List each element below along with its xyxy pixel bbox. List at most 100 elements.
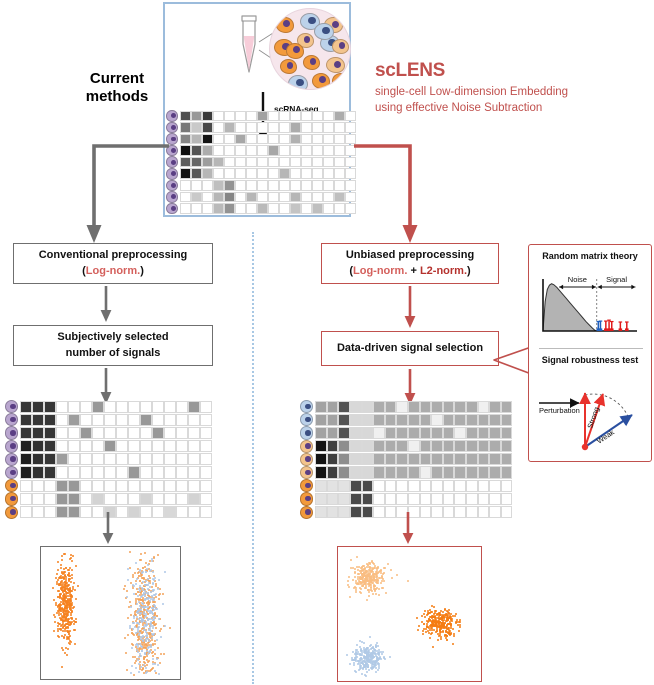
matrix-row: [166, 133, 356, 145]
matrix-cell: [278, 122, 290, 133]
matrix-cell: [92, 413, 105, 426]
scatter-point: [133, 593, 136, 596]
matrix-cell: [32, 479, 45, 492]
sclens-embedding-plot: [337, 546, 482, 682]
spike-base: [604, 328, 608, 331]
matrix-cell: [311, 110, 323, 122]
paren-close-r: ): [467, 264, 471, 277]
matrix-cell: [104, 453, 117, 466]
matrix-cell: [465, 400, 478, 413]
matrix-cell: [477, 466, 490, 479]
nucleus: [170, 182, 176, 188]
matrix-cell: [338, 466, 350, 479]
scatter-point: [417, 629, 420, 632]
scatter-point: [424, 630, 427, 633]
matrix-cell: [454, 440, 466, 453]
cell-orange: [276, 17, 294, 33]
matrix-cell: [465, 506, 478, 519]
matrix-cell: [223, 156, 235, 168]
scatter-point: [70, 569, 73, 572]
matrix-cell: [407, 492, 420, 505]
nucleus: [319, 76, 327, 84]
unbiased-preprocessing-box[interactable]: Unbiased preprocessing (Log-norm. + L2-n…: [321, 243, 499, 284]
signal-label: Signal: [606, 275, 627, 284]
matrix-cell: [44, 492, 57, 505]
matrix-cell: [489, 506, 501, 519]
scatter-point: [60, 566, 63, 569]
matrix-cell: [322, 168, 334, 180]
matrix-cell: [419, 492, 432, 505]
scatter-point: [153, 648, 156, 651]
matrix-cell: [116, 426, 129, 440]
scatter-point: [161, 592, 164, 595]
scatter-point: [357, 582, 360, 585]
matrix-cell: [396, 413, 408, 426]
matrix-cell: [333, 110, 345, 122]
matrix-cell: [344, 110, 356, 122]
matrix-cell: [489, 413, 501, 426]
scatter-point: [362, 584, 364, 587]
scatter-point: [367, 574, 370, 577]
matrix-cell: [200, 506, 213, 519]
scatter-point: [64, 651, 67, 654]
data-driven-signal-selection-box[interactable]: Data-driven signal selection: [321, 331, 499, 366]
scatter-point: [73, 643, 76, 646]
scatter-point: [54, 620, 57, 623]
scatter-point: [125, 590, 128, 592]
matrix-cell: [223, 203, 235, 214]
matrix-cell: [164, 492, 177, 505]
matrix-cell: [56, 453, 69, 466]
paren-close: ): [140, 264, 144, 277]
scatter-point: [138, 671, 141, 674]
scatter-point: [346, 583, 349, 586]
scatter-point: [348, 595, 351, 598]
matrix-cell: [311, 180, 323, 191]
scatter-point: [70, 577, 73, 579]
matrix-cell: [128, 453, 141, 466]
matrix-cell: [128, 492, 141, 505]
matrix-cell: [326, 426, 339, 440]
nucleus: [305, 403, 312, 410]
matrix-cell: [223, 168, 235, 180]
matrix-cell: [256, 110, 268, 122]
scatter-point: [155, 639, 158, 642]
spike-base: [618, 328, 623, 331]
matrix-cell: [200, 440, 213, 453]
matrix-cell: [245, 168, 257, 180]
matrix-cell: [128, 506, 141, 519]
matrix-cell: [80, 453, 93, 466]
scatter-point: [432, 615, 434, 618]
scatter-point: [168, 626, 171, 629]
matrix-cell: [44, 440, 57, 453]
subjective-signal-box[interactable]: Subjectively selected number of signals: [13, 325, 213, 366]
matrix-cell: [315, 506, 327, 519]
matrix-cell: [311, 156, 323, 168]
scatter-point: [127, 633, 130, 636]
scatter-point: [66, 647, 69, 650]
matrix-cell: [179, 168, 191, 180]
scatter-point: [125, 596, 128, 598]
nucleus: [10, 509, 17, 515]
matrix-cell: [20, 400, 33, 413]
scatter-point: [407, 579, 410, 582]
matrix-cell: [477, 413, 490, 426]
scatter-point: [422, 622, 425, 625]
scatter-point: [126, 668, 129, 671]
matrix-cell: [349, 492, 362, 505]
conventional-preprocessing-box[interactable]: Conventional preprocessing (Log-norm.): [13, 243, 213, 284]
strong-label: Strong: [585, 406, 601, 430]
scatter-point: [70, 581, 73, 584]
matrix-cell: [256, 145, 268, 156]
cell-type-blue-icon: [300, 400, 314, 414]
matrix-cell: [326, 400, 339, 413]
scatter-point: [150, 636, 153, 639]
matrix-cell: [289, 156, 301, 168]
matrix-cell: [454, 479, 466, 492]
matrix-cell: [234, 110, 246, 122]
matrix-cell: [201, 168, 213, 180]
matrix-cell: [396, 479, 408, 492]
sclens-title: scLENS: [375, 60, 446, 81]
matrix-cell: [442, 453, 455, 466]
scatter-point: [151, 571, 154, 574]
matrix-cell: [349, 400, 362, 413]
